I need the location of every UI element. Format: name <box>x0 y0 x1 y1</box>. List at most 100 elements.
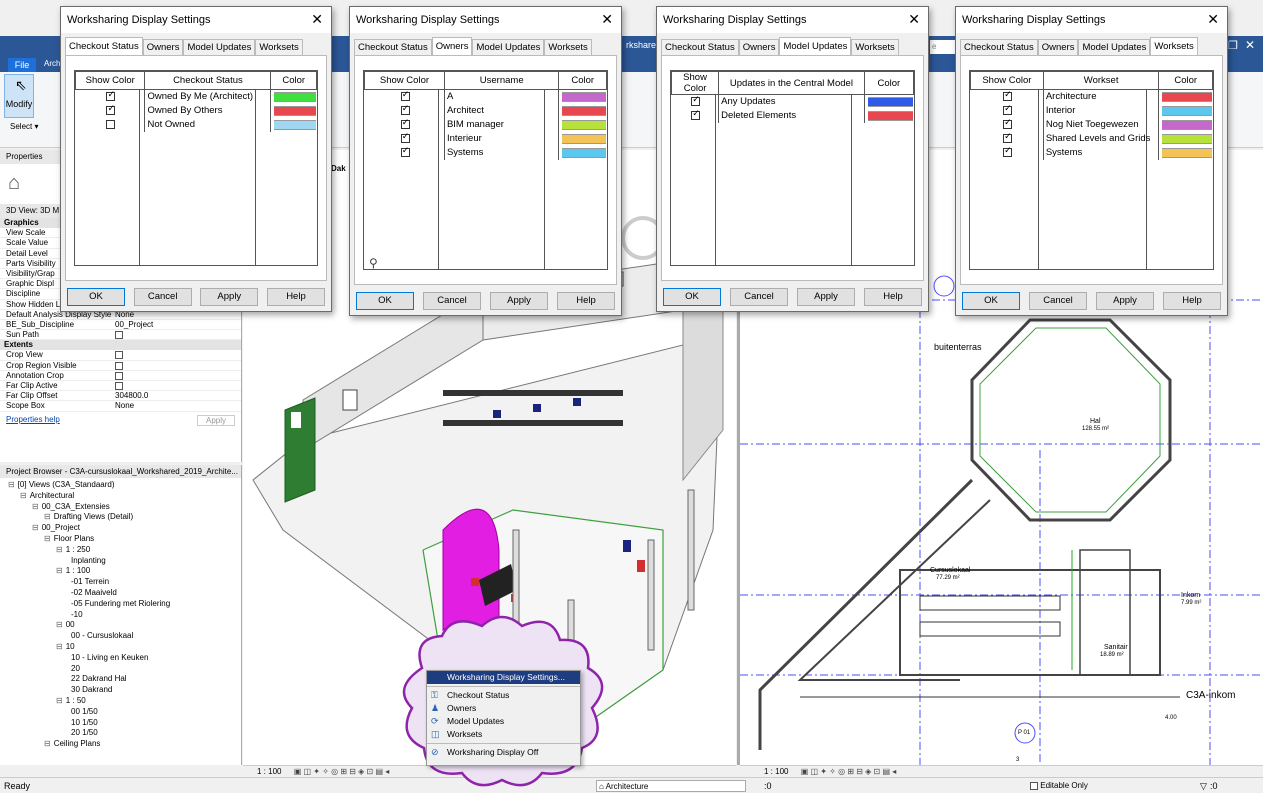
browser-tree-item[interactable]: ⊟ 1 : 250 <box>0 545 241 556</box>
close-icon[interactable]: ✕ <box>908 11 920 28</box>
show-color-checkbox[interactable] <box>106 119 116 129</box>
tree-expander-icon[interactable]: ⊟ <box>8 480 15 489</box>
plan-view-controls-icons[interactable]: ▣ ◫ ✦ ✧ ◎ ⊞ ⊟ ◈ ⊡ ▤ ◂ <box>801 767 897 776</box>
help-button[interactable]: Help <box>557 292 615 310</box>
properties-help-link[interactable]: Properties help <box>6 415 60 426</box>
column-header[interactable]: Show Color <box>74 71 146 90</box>
tab-checkout-status[interactable]: Checkout Status <box>354 39 432 55</box>
close-icon[interactable]: ✕ <box>601 11 613 28</box>
menu-item-settings[interactable]: Worksharing Display Settings... <box>427 671 580 684</box>
color-swatch[interactable] <box>1162 119 1212 130</box>
color-swatch[interactable] <box>867 110 913 121</box>
show-color-checkbox[interactable] <box>400 118 410 129</box>
tab-checkout-status[interactable]: Checkout Status <box>960 39 1038 55</box>
tab-worksets[interactable]: Worksets <box>544 39 592 55</box>
browser-tree-item[interactable]: ⊟ 1 : 100 <box>0 566 241 577</box>
editable-only-checkbox[interactable] <box>1030 781 1038 790</box>
close-icon[interactable]: ✕ <box>311 11 323 28</box>
column-header[interactable]: Updates in the Central Model <box>718 71 865 95</box>
color-swatch[interactable] <box>1162 133 1212 144</box>
restore-icon[interactable]: ❐ <box>1228 39 1238 52</box>
column-header[interactable]: Color <box>270 71 317 90</box>
color-swatch[interactable] <box>274 91 316 102</box>
tab-owners[interactable]: Owners <box>738 39 780 55</box>
menu-item-owners[interactable]: ♟ Owners <box>427 702 580 715</box>
cancel-button[interactable]: Cancel <box>423 292 481 310</box>
property-value[interactable] <box>112 350 241 360</box>
browser-tree-item[interactable]: -10 <box>0 610 241 621</box>
property-checkbox[interactable] <box>115 361 123 370</box>
tab-model-updates[interactable]: Model Updates <box>779 37 852 55</box>
tree-expander-icon[interactable]: ⊟ <box>44 512 51 521</box>
browser-tree-item[interactable]: ⊟ Floor Plans <box>0 534 241 545</box>
show-color-checkbox[interactable] <box>106 90 116 102</box>
browser-tree-item[interactable]: 00 - Cursuslokaal <box>0 631 241 642</box>
menu-item-updates[interactable]: ⟳ Model Updates <box>427 715 580 728</box>
show-color-checkbox[interactable] <box>1003 90 1013 102</box>
property-checkbox[interactable] <box>115 371 123 380</box>
browser-tree-item[interactable]: ⊟ 00_Project <box>0 523 241 534</box>
color-swatch[interactable] <box>562 147 606 158</box>
color-swatch[interactable] <box>562 105 606 116</box>
color-swatch[interactable] <box>562 91 606 102</box>
browser-tree-item[interactable]: ⊟ Drafting Views (Detail) <box>0 512 241 523</box>
tab-worksets[interactable]: Worksets <box>1150 37 1198 55</box>
menu-item-checkout[interactable]: ⚿ Checkout Status <box>427 689 580 702</box>
tree-expander-icon[interactable]: ⊟ <box>56 696 63 705</box>
show-color-checkbox[interactable] <box>400 146 410 157</box>
ok-button[interactable]: OK <box>67 288 125 306</box>
browser-tree-item[interactable]: 00 1/50 <box>0 707 241 718</box>
column-header[interactable]: Color <box>863 71 915 95</box>
view-tab-label[interactable]: Dak <box>331 164 346 173</box>
tab-worksets[interactable]: Worksets <box>851 39 899 55</box>
browser-tree-item[interactable]: ⊟ 10 <box>0 642 241 653</box>
ok-button[interactable]: OK <box>962 292 1020 310</box>
tab-owners[interactable]: Owners <box>142 39 184 55</box>
column-header[interactable]: Color <box>558 71 607 90</box>
close-icon[interactable]: ✕ <box>1207 11 1219 28</box>
ok-button[interactable]: OK <box>663 288 721 306</box>
properties-apply-button[interactable]: Apply <box>196 414 235 426</box>
file-tab[interactable]: File <box>8 58 36 72</box>
apply-button[interactable]: Apply <box>490 292 548 310</box>
show-color-checkbox[interactable] <box>400 104 410 115</box>
color-swatch[interactable] <box>274 105 316 116</box>
property-value[interactable] <box>112 330 241 339</box>
editable-only-toggle[interactable]: Editable Only <box>1030 778 1088 794</box>
tab-model-updates[interactable]: Model Updates <box>1078 39 1151 55</box>
color-swatch[interactable] <box>562 133 606 144</box>
menu-item-display-off[interactable]: ⊘ Worksharing Display Off <box>427 746 580 759</box>
color-swatch[interactable] <box>274 119 316 130</box>
browser-tree-item[interactable]: -01 Terrein <box>0 577 241 588</box>
color-swatch[interactable] <box>1162 105 1212 116</box>
browser-tree-item[interactable]: ⊟ 00 <box>0 620 241 631</box>
tree-expander-icon[interactable]: ⊟ <box>56 545 63 554</box>
browser-tree-item[interactable]: -05 Fundering met Riolering <box>0 599 241 610</box>
show-color-checkbox[interactable] <box>400 90 410 102</box>
browser-tree-item[interactable]: 20 <box>0 664 241 675</box>
property-checkbox[interactable] <box>115 330 123 339</box>
apply-button[interactable]: Apply <box>200 288 259 306</box>
help-button[interactable]: Help <box>1163 292 1221 310</box>
color-swatch[interactable] <box>1162 147 1212 158</box>
show-color-checkbox[interactable] <box>106 104 116 115</box>
column-header[interactable]: Username <box>443 71 560 90</box>
tab-model-updates[interactable]: Model Updates <box>472 39 545 55</box>
property-checkbox[interactable] <box>115 381 123 390</box>
column-header[interactable]: Show Color <box>970 71 1044 90</box>
show-color-checkbox[interactable] <box>691 109 701 120</box>
column-header[interactable]: Color <box>1158 71 1213 90</box>
workset-selector[interactable]: ⌂ Architecture <box>596 780 746 792</box>
browser-tree-item[interactable]: ⊟ 1 : 50 <box>0 696 241 707</box>
color-swatch[interactable] <box>867 96 913 107</box>
ok-button[interactable]: OK <box>356 292 414 310</box>
browser-tree-item[interactable]: Inplanting <box>0 556 241 567</box>
tab-model-updates[interactable]: Model Updates <box>183 39 256 55</box>
property-value[interactable]: 304800.0 <box>112 391 241 400</box>
help-button[interactable]: Help <box>266 288 325 306</box>
browser-tree-item[interactable]: 10 1/50 <box>0 718 241 729</box>
menu-item-worksets[interactable]: ◫ Worksets <box>427 728 580 741</box>
property-checkbox[interactable] <box>115 351 123 360</box>
browser-tree-item[interactable]: ⊟ Architectural <box>0 491 241 502</box>
color-swatch[interactable] <box>562 119 606 130</box>
